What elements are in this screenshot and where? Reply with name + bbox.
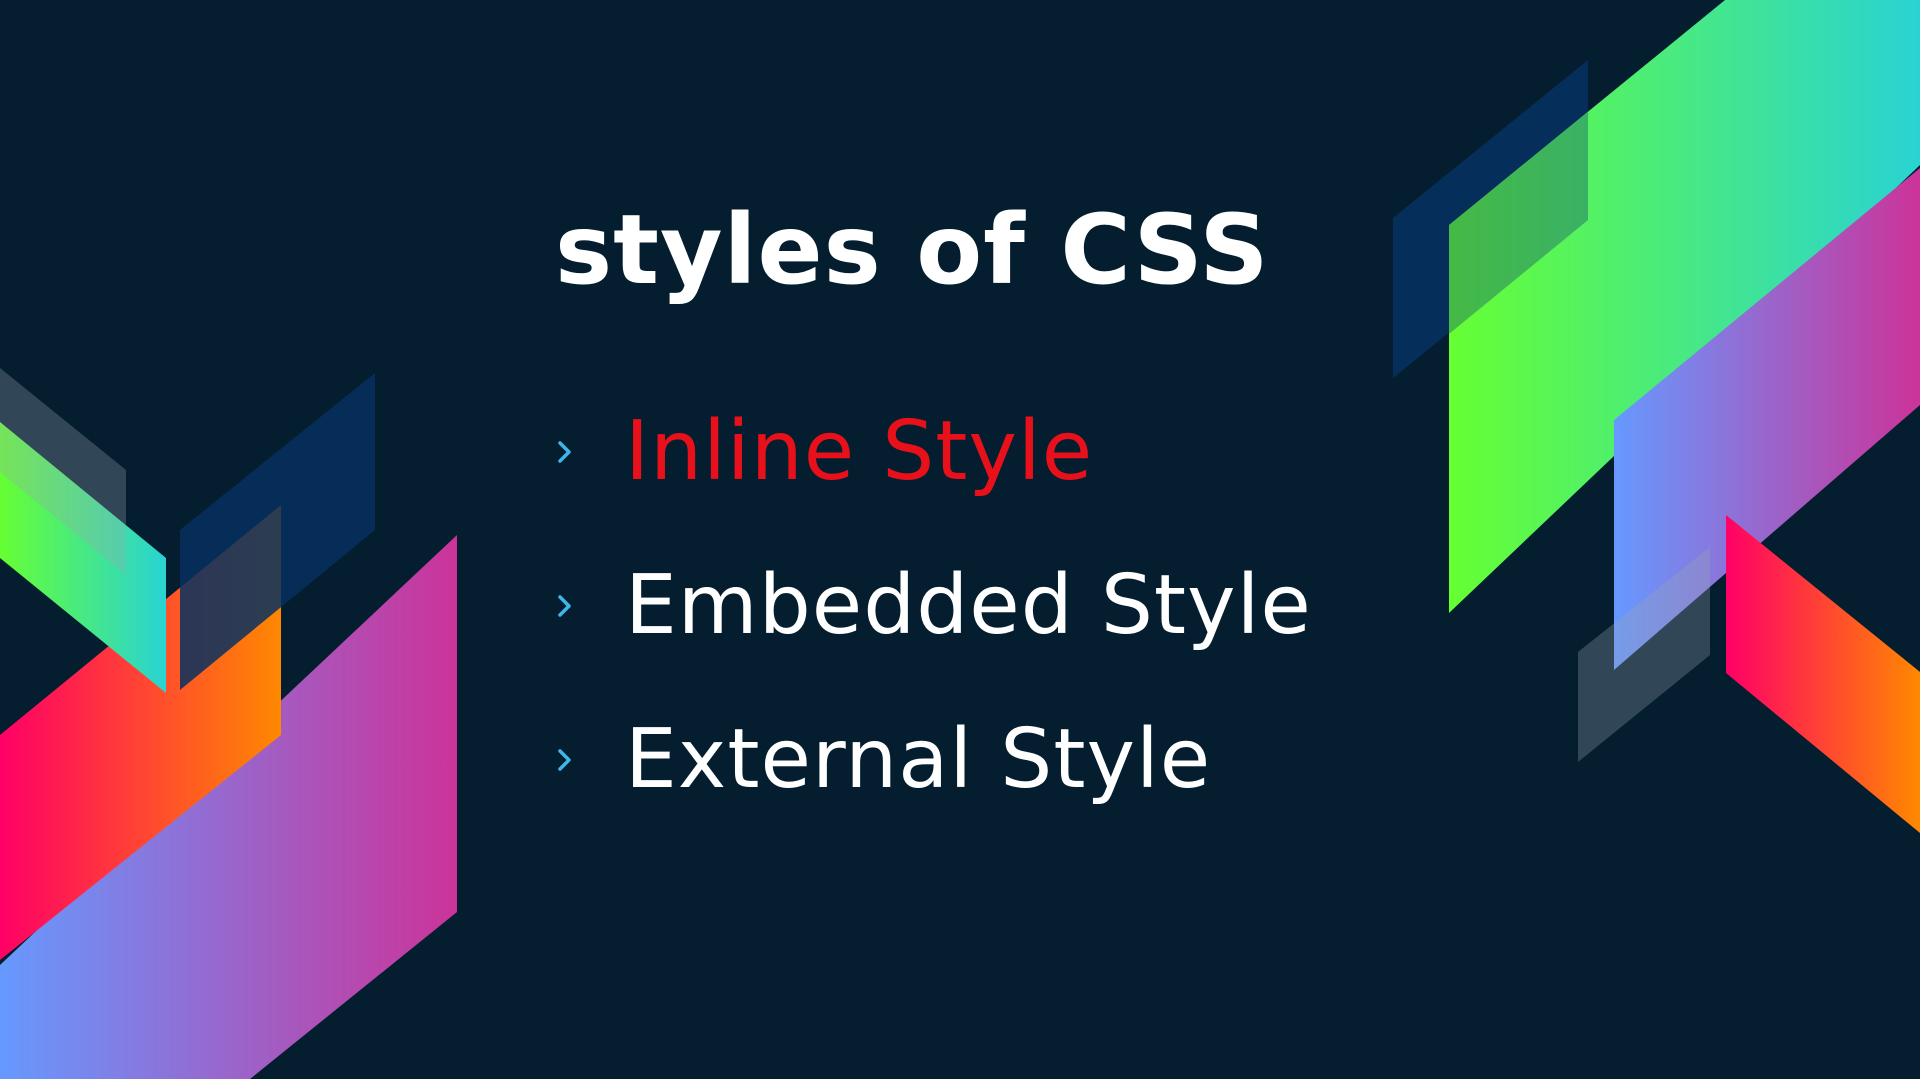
bullet-item-embedded-style: Embedded Style [555, 529, 1312, 683]
bullet-label-embedded-style: Embedded Style [625, 558, 1312, 653]
slide: styles of CSS Inline Style Embedded Styl… [0, 0, 1920, 1079]
chevron-right-icon [555, 592, 625, 620]
slide-title: styles of CSS [555, 194, 1270, 306]
chevron-right-icon [555, 746, 625, 774]
bullet-list: Inline Style Embedded Style External Sty… [555, 375, 1312, 837]
bullet-label-inline-style: Inline Style [625, 404, 1094, 499]
chevron-right-icon [555, 438, 625, 466]
bullet-item-external-style: External Style [555, 683, 1312, 837]
bullet-item-inline-style: Inline Style [555, 375, 1312, 529]
right-red-orange-band [1726, 515, 1920, 833]
bullet-label-external-style: External Style [625, 712, 1212, 807]
